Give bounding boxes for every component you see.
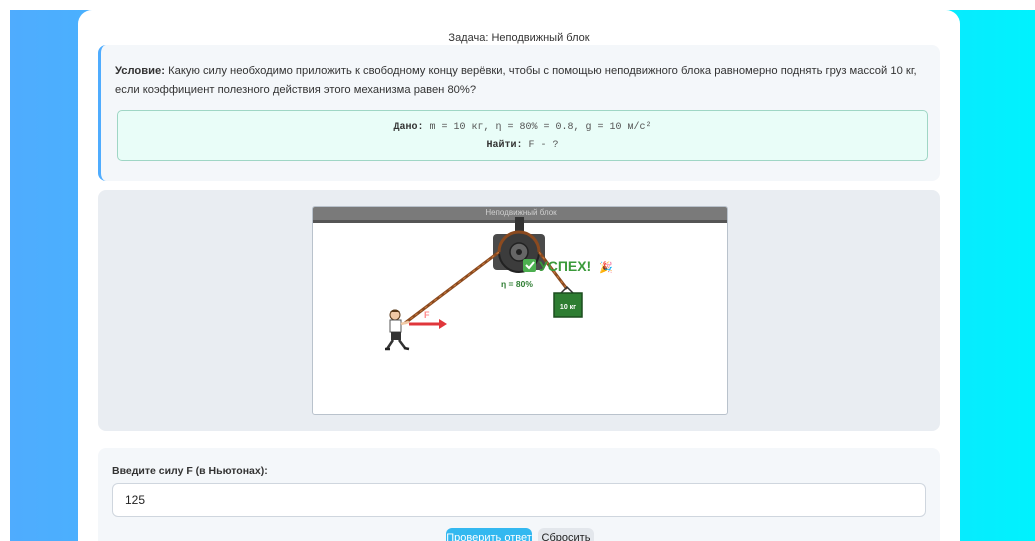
person-figure — [385, 309, 410, 351]
simulation-scene: Неподвижный блок 10 кг УСПЕХ! 🎉 η = 80% … — [313, 207, 727, 351]
force-label: F — [424, 310, 430, 320]
simulation-header: Неподвижный блок — [485, 208, 557, 217]
find-values: F - ? — [522, 140, 559, 151]
rope-pull-side — [404, 250, 500, 325]
given-line: Дано: m = 10 кг, η = 80% = 0.8, g = 10 м… — [118, 122, 927, 133]
page-margin — [0, 0, 10, 541]
given-label: Дано: — [393, 122, 424, 133]
condition-label: Условие: — [115, 65, 165, 77]
force-arrow-icon — [409, 319, 447, 329]
given-panel: Дано: m = 10 кг, η = 80% = 0.8, g = 10 м… — [117, 110, 928, 161]
success-text: УСПЕХ! — [539, 258, 591, 274]
task-card: Задача: Неподвижный блок Условие: Какую … — [78, 10, 960, 541]
find-label: Найти: — [486, 140, 523, 151]
condition-body: Какую силу необходимо приложить к свобод… — [115, 65, 917, 96]
answer-panel: Введите силу F (в Ньютонах): Проверить о… — [98, 448, 940, 541]
condition-panel: Условие: Какую силу необходимо приложить… — [98, 45, 940, 181]
simulation-canvas: Неподвижный блок 10 кг УСПЕХ! 🎉 η = 80% … — [312, 206, 728, 415]
efficiency-label: η = 80% — [501, 279, 533, 289]
simulation-panel: Неподвижный блок 10 кг УСПЕХ! 🎉 η = 80% … — [98, 190, 940, 431]
party-popper-icon: 🎉 — [599, 261, 613, 274]
page-title: Задача: Неподвижный блок — [448, 32, 590, 44]
force-input-label: Введите силу F (в Ньютонах): — [112, 465, 268, 477]
condition-text: Условие: Какую силу необходимо приложить… — [115, 62, 930, 100]
check-mark-icon — [523, 259, 536, 272]
check-answer-button[interactable]: Проверить ответ — [446, 528, 532, 541]
load-weight: 10 кг — [553, 285, 583, 318]
load-label: 10 кг — [560, 304, 576, 311]
reset-button[interactable]: Сбросить — [538, 528, 594, 541]
force-input[interactable] — [112, 483, 926, 517]
given-values: m = 10 кг, η = 80% = 0.8, g = 10 м/с² — [423, 122, 652, 133]
pulley-icon — [493, 231, 545, 273]
find-line: Найти: F - ? — [118, 140, 927, 151]
